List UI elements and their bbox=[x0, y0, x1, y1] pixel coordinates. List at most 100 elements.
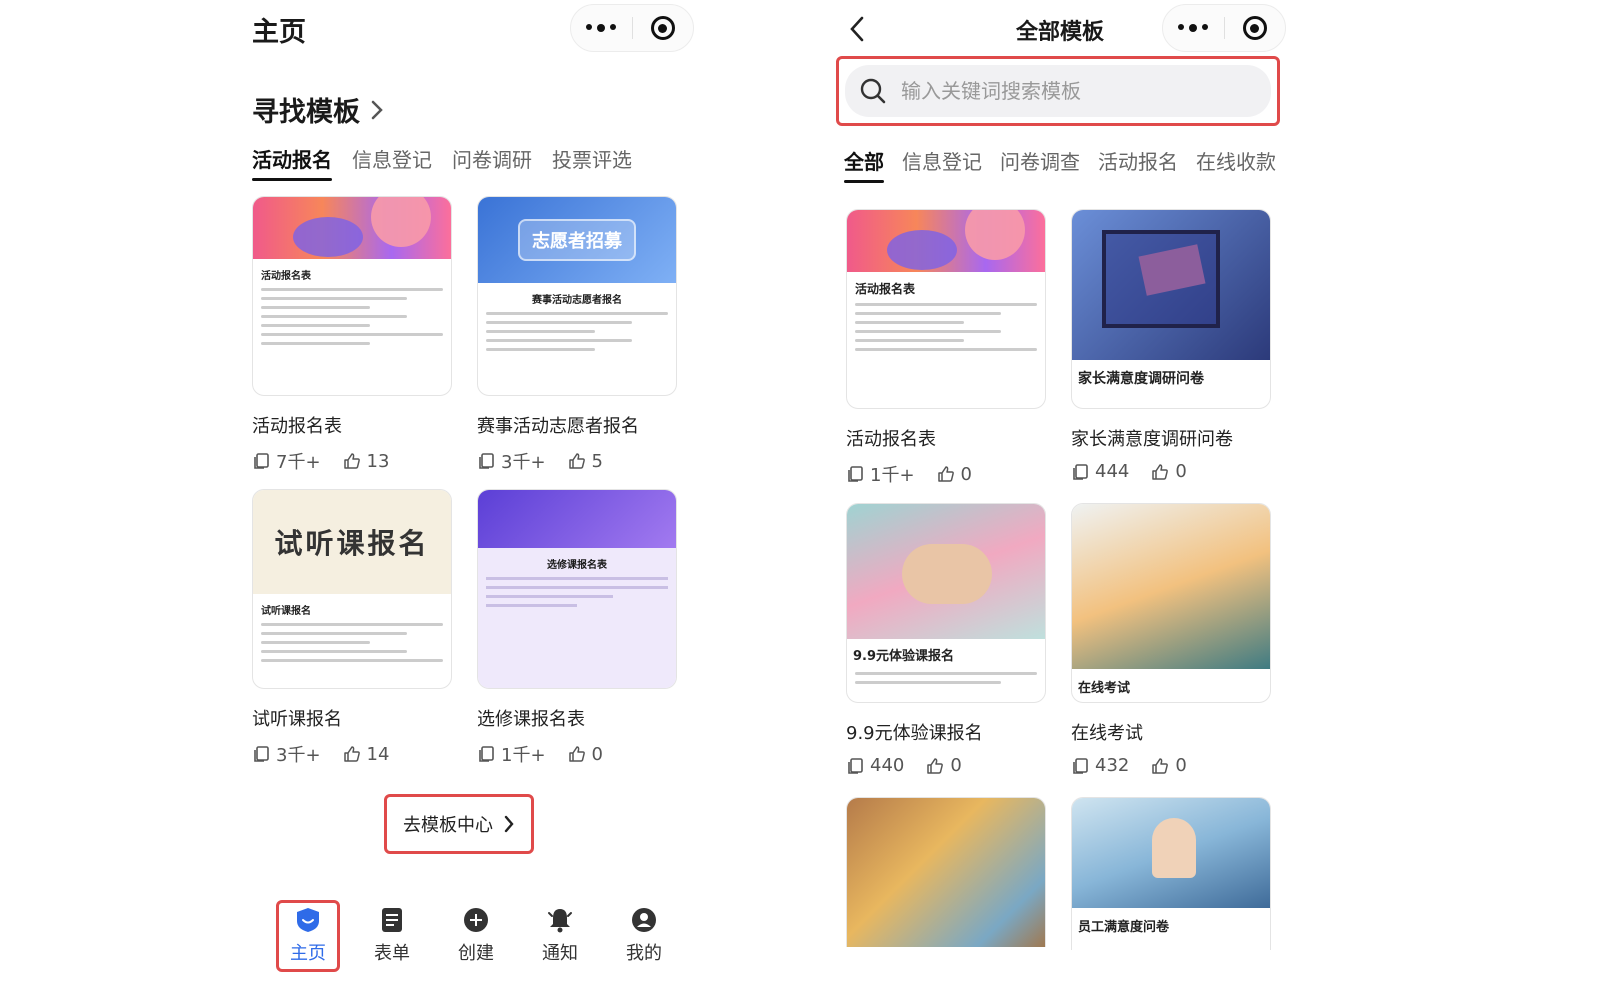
use-count: 1千+ bbox=[501, 745, 546, 766]
thumb-heading: 赛事活动志愿者报名 bbox=[532, 295, 622, 306]
copy-icon bbox=[479, 746, 494, 762]
thumb-heading: 试听课报名 bbox=[261, 606, 311, 617]
tab-info-register[interactable]: 信息登记 bbox=[902, 146, 982, 183]
like-count: 13 bbox=[366, 450, 390, 472]
nav-label: 通知 bbox=[542, 943, 578, 964]
thumbs-up-icon bbox=[1152, 757, 1169, 774]
card-title: 活动报名表 bbox=[846, 429, 936, 450]
thumbs-up-icon bbox=[927, 757, 944, 774]
more-icon[interactable] bbox=[1163, 24, 1224, 32]
go-template-center-button[interactable]: 去模板中心 bbox=[384, 794, 534, 854]
thumb-banner-text: 志愿者招募 bbox=[518, 219, 636, 261]
template-card[interactable]: 员工满意度问卷 bbox=[1071, 797, 1271, 950]
nav-notifications[interactable]: 通知 bbox=[518, 900, 602, 972]
card-stats: 1千+ 0 bbox=[846, 461, 1046, 487]
thumb-photo bbox=[847, 504, 1045, 639]
nav-create[interactable]: 创建 bbox=[434, 900, 518, 972]
search-icon bbox=[860, 78, 886, 104]
card-stats: 440 0 bbox=[846, 755, 1046, 776]
tab-questionnaire[interactable]: 问卷调查 bbox=[1000, 146, 1080, 183]
more-icon[interactable] bbox=[571, 24, 632, 32]
template-thumbnail: 选修课报名表 bbox=[477, 489, 677, 689]
user-icon bbox=[632, 908, 656, 932]
nav-home[interactable]: 主页 bbox=[276, 900, 340, 972]
template-thumbnail: 9.9元体验课报名 bbox=[846, 503, 1046, 703]
nav-forms[interactable]: 表单 bbox=[350, 900, 434, 972]
go-center-label: 去模板中心 bbox=[403, 815, 493, 836]
close-target-icon[interactable] bbox=[632, 16, 693, 40]
template-thumbnail: 家长满意度调研问卷 bbox=[1071, 209, 1271, 409]
use-count: 1千+ bbox=[870, 465, 915, 486]
mini-program-capsule bbox=[570, 4, 694, 52]
home-screen: 主页 寻找模板 活动报名 信息登记 问卷调研 投票评选 活动报名表 活动报名表 … bbox=[232, 0, 718, 1000]
top-bar: 全部模板 bbox=[822, 0, 1322, 58]
top-bar: 主页 bbox=[232, 0, 718, 58]
search-bar[interactable] bbox=[845, 65, 1271, 117]
thumbs-up-icon bbox=[568, 746, 585, 762]
tab-activity-signup[interactable]: 活动报名 bbox=[1098, 146, 1178, 183]
bottom-tab-bar: 主页 表单 创建 通知 我的 bbox=[266, 900, 686, 972]
thumb-heading: 员工满意度问卷 bbox=[1078, 920, 1170, 935]
back-icon[interactable] bbox=[844, 14, 870, 44]
card-stats: 3千+ 5 bbox=[477, 448, 677, 474]
nav-me[interactable]: 我的 bbox=[602, 900, 686, 972]
thumb-heading: 家长满意度调研问卷 bbox=[1078, 371, 1204, 387]
tab-survey[interactable]: 问卷调研 bbox=[452, 144, 532, 181]
page-title: 主页 bbox=[252, 17, 306, 48]
search-highlight bbox=[836, 56, 1280, 126]
template-card[interactable]: 活动报名表 活动报名表 7千+ 13 bbox=[252, 196, 452, 474]
template-thumbnail: 员工满意度问卷 bbox=[1071, 797, 1271, 950]
thumb-heading: 选修课报名表 bbox=[547, 560, 607, 571]
like-count: 0 bbox=[591, 743, 603, 765]
tab-all[interactable]: 全部 bbox=[844, 146, 884, 183]
template-card[interactable]: 活动报名表 活动报名表 1千+ 0 bbox=[846, 209, 1046, 487]
use-count: 3千+ bbox=[501, 452, 546, 473]
template-card[interactable]: 家长满意度调研问卷 家长满意度调研问卷 444 0 bbox=[1071, 209, 1271, 482]
template-thumbnail: 活动报名表 bbox=[252, 196, 452, 396]
template-thumbnail bbox=[846, 797, 1046, 947]
template-card[interactable]: 9.9元体验课报名 9.9元体验课报名 440 0 bbox=[846, 503, 1046, 776]
card-title: 试听课报名 bbox=[252, 709, 342, 730]
find-template-link[interactable]: 寻找模板 bbox=[252, 90, 384, 129]
thumb-banner-text: 试听课报名 bbox=[253, 490, 451, 594]
thumbs-up-icon bbox=[568, 453, 585, 469]
like-count: 14 bbox=[366, 743, 390, 765]
card-title: 选修课报名表 bbox=[477, 709, 585, 730]
template-thumbnail: 试听课报名 试听课报名 bbox=[252, 489, 452, 689]
template-card[interactable]: 在线考试 在线考试 432 0 bbox=[1071, 503, 1271, 776]
use-count: 7千+ bbox=[276, 452, 321, 473]
plus-circle-icon bbox=[464, 908, 488, 932]
thumb-heading: 在线考试 bbox=[1078, 681, 1131, 696]
tab-online-payment[interactable]: 在线收款 bbox=[1196, 146, 1276, 183]
page-title: 全部模板 bbox=[1016, 20, 1105, 45]
like-count: 0 bbox=[960, 463, 972, 485]
category-tabs: 活动报名 信息登记 问卷调研 投票评选 bbox=[252, 144, 632, 181]
thumb-photo bbox=[847, 798, 1045, 947]
form-icon bbox=[382, 908, 402, 932]
thumbs-up-icon bbox=[937, 466, 954, 482]
nav-label: 表单 bbox=[374, 943, 410, 964]
card-stats: 444 0 bbox=[1071, 461, 1271, 482]
template-thumbnail: 志愿者招募 赛事活动志愿者报名 bbox=[477, 196, 677, 396]
tab-info-register[interactable]: 信息登记 bbox=[352, 144, 432, 181]
template-card[interactable] bbox=[846, 797, 1046, 947]
card-stats: 7千+ 13 bbox=[252, 448, 452, 474]
like-count: 0 bbox=[950, 755, 962, 776]
like-count: 5 bbox=[591, 450, 603, 472]
nav-label: 我的 bbox=[626, 943, 662, 964]
chevron-right-icon bbox=[371, 100, 383, 119]
template-thumbnail: 活动报名表 bbox=[846, 209, 1046, 409]
search-input[interactable] bbox=[901, 79, 1221, 103]
close-target-icon[interactable] bbox=[1224, 16, 1285, 40]
template-card[interactable]: 志愿者招募 赛事活动志愿者报名 赛事活动志愿者报名 3千+ 5 bbox=[477, 196, 677, 474]
use-count: 440 bbox=[870, 755, 905, 776]
thumbs-up-icon bbox=[343, 453, 360, 469]
category-tabs: 全部 信息登记 问卷调查 活动报名 在线收款 bbox=[844, 146, 1276, 183]
template-card[interactable]: 试听课报名 试听课报名 试听课报名 3千+ 14 bbox=[252, 489, 452, 767]
tab-activity-signup[interactable]: 活动报名 bbox=[252, 144, 332, 181]
card-stats: 3千+ 14 bbox=[252, 741, 452, 767]
copy-icon bbox=[1073, 757, 1088, 774]
template-card[interactable]: 选修课报名表 选修课报名表 1千+ 0 bbox=[477, 489, 677, 767]
section-title: 寻找模板 bbox=[252, 97, 360, 128]
tab-vote[interactable]: 投票评选 bbox=[552, 144, 632, 181]
